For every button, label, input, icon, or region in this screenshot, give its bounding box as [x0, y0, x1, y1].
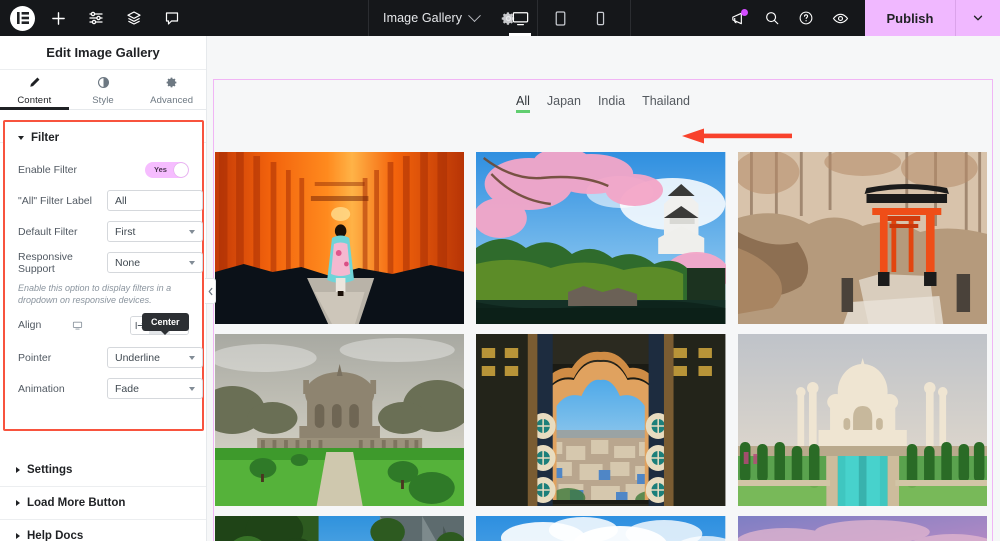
editor-canvas: All Japan India Thailand [207, 36, 1000, 541]
section-filter-label: Filter [31, 132, 60, 144]
panel-collapse-handle[interactable] [205, 278, 216, 304]
desktop-icon[interactable] [72, 320, 83, 331]
control-default-filter: Default Filter First [5, 216, 203, 247]
responsive-support-hint: Enable this option to display filters in… [18, 283, 172, 306]
tab-style[interactable]: Style [69, 70, 138, 109]
filter-tab-all[interactable]: All [515, 94, 530, 113]
chevron-down-icon[interactable] [468, 8, 481, 22]
publish-button[interactable]: Publish [865, 0, 955, 36]
control-enable-filter: Enable Filter Yes [5, 154, 202, 185]
page-title: Edit Image Gallery [0, 36, 206, 70]
pencil-icon [28, 76, 41, 92]
annotation-arrow-icon [682, 128, 792, 144]
panel-tabs: Content Style Advanced [0, 70, 206, 110]
all-filter-label-input[interactable]: All [107, 190, 203, 211]
section-settings[interactable]: Settings [0, 454, 206, 487]
control-pointer: Pointer Underline [5, 342, 203, 373]
pointer-value: Underline [115, 351, 160, 364]
toggle-knob [174, 162, 188, 177]
animation-select[interactable]: Fade [107, 378, 203, 400]
gallery-image-thailand-temple-sunset-sky[interactable] [737, 516, 987, 541]
navigator-layers-icon[interactable] [119, 3, 149, 33]
settings-sliders-icon[interactable] [81, 3, 111, 33]
publish-options-chevron-down-icon[interactable] [955, 0, 1000, 36]
add-element-icon[interactable] [43, 3, 73, 33]
enable-filter-toggle[interactable]: Yes [145, 161, 189, 178]
pointer-select[interactable]: Underline [107, 347, 203, 369]
enable-filter-label: Enable Filter [18, 163, 77, 176]
default-filter-value: First [115, 225, 136, 238]
chevron-down-icon [189, 229, 195, 234]
tab-advanced-label: Advanced [150, 95, 194, 106]
mobile-icon[interactable] [580, 0, 620, 36]
gallery-image-taj-mahal-reflecting-pool[interactable] [737, 334, 987, 506]
desktop-icon[interactable] [500, 0, 540, 36]
chevron-right-icon [16, 467, 20, 473]
default-filter-select[interactable]: First [107, 221, 203, 242]
half-circle-icon [97, 76, 110, 92]
elementor-logo-icon[interactable] [10, 5, 35, 31]
enable-filter-value: Yes [154, 165, 167, 174]
animation-value: Fade [115, 382, 139, 395]
tab-style-label: Style [92, 95, 114, 106]
tab-advanced[interactable]: Advanced [137, 70, 206, 109]
filter-tab-thailand[interactable]: Thailand [642, 94, 690, 113]
filter-section: Filter Enable Filter Yes "All" Filter La… [3, 120, 204, 431]
gallery-filter-bar: All Japan India Thailand [215, 81, 991, 126]
preview-eye-icon[interactable] [825, 3, 855, 33]
section-help-docs-label: Help Docs [27, 530, 84, 541]
finder-search-icon[interactable] [757, 3, 787, 33]
image-gallery-grid [215, 152, 987, 541]
gallery-image-torii-tunnel-kimono[interactable] [215, 152, 465, 324]
chevron-down-icon [189, 355, 195, 360]
toolbar-left-group [0, 0, 187, 36]
filter-tab-india[interactable]: India [598, 94, 625, 113]
responsive-support-label: Responsive Support [18, 250, 73, 275]
device-mode-switcher [500, 0, 631, 36]
chevron-down-icon [189, 260, 195, 265]
control-animation: Animation Fade [5, 373, 203, 404]
chevron-down-icon [189, 386, 195, 391]
all-filter-label-label: "All" Filter Label [18, 194, 92, 207]
gallery-image-torii-gate-autumn-forest[interactable] [737, 152, 987, 324]
gallery-image-cherry-blossom-castle[interactable] [476, 152, 726, 324]
chevron-down-icon [18, 136, 24, 140]
section-filter-header[interactable]: Filter [5, 122, 202, 154]
gallery-image-isa-khan-tomb-garden[interactable] [215, 334, 465, 506]
align-label: Align [18, 319, 42, 332]
gallery-image-thailand-cliff-temple-spire[interactable] [215, 516, 465, 541]
animation-label: Animation [18, 382, 65, 395]
align-tooltip: Center [142, 313, 189, 335]
tab-content-label: Content [17, 95, 52, 106]
section-load-more-button[interactable]: Load More Button [0, 487, 206, 520]
default-filter-label: Default Filter [18, 225, 78, 238]
tab-content[interactable]: Content [0, 70, 69, 110]
document-name: Image Gallery [383, 11, 463, 25]
chevron-right-icon [16, 500, 20, 506]
pointer-label: Pointer [18, 351, 52, 364]
whats-new-megaphone-icon[interactable] [723, 3, 753, 33]
chevron-right-icon [16, 533, 20, 539]
top-toolbar: Image Gallery Publish [0, 0, 1000, 36]
control-all-filter-label: "All" Filter Label All [5, 185, 203, 216]
notification-badge [741, 9, 748, 16]
gear-icon [165, 76, 178, 92]
tablet-icon[interactable] [540, 0, 580, 36]
filter-tab-japan[interactable]: Japan [547, 94, 581, 113]
section-settings-label: Settings [27, 464, 73, 476]
gallery-image-thailand-limestone-karst[interactable] [476, 516, 726, 541]
toolbar-right-group: Publish [723, 0, 1000, 36]
control-responsive-support: Responsive Support None [5, 247, 203, 278]
comments-icon[interactable] [157, 3, 187, 33]
section-help-docs[interactable]: Help Docs [0, 520, 206, 541]
gallery-image-jodhpur-blue-city-arch[interactable] [476, 334, 726, 506]
help-icon[interactable] [791, 3, 821, 33]
responsive-support-select[interactable]: None [107, 252, 203, 273]
section-load-more-button-label: Load More Button [27, 497, 126, 509]
responsive-support-value: None [115, 256, 141, 269]
